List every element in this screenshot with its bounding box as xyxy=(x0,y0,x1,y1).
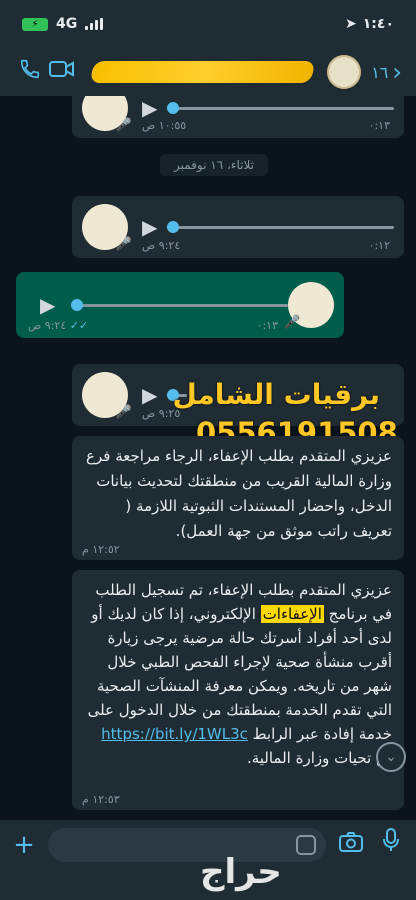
message-time-text: ٩:٢٤ ص xyxy=(28,319,67,332)
audio-progress-track[interactable] xyxy=(167,101,394,114)
voice-duration: ٠:١٣ xyxy=(368,119,390,132)
watermark-name: برقيات الشامل xyxy=(172,378,380,411)
haraj-watermark-logo: حراج xyxy=(200,852,282,892)
audio-scrubber[interactable] xyxy=(167,220,180,233)
audio-progress-track[interactable] xyxy=(71,298,288,311)
message-input[interactable] xyxy=(48,828,326,862)
message-time: ١٠:٥٥ ص xyxy=(142,119,187,132)
chat-header: ١٦ › xyxy=(0,48,416,96)
message-time: ✓✓ ٩:٢٤ ص xyxy=(28,319,88,332)
message-text-part: مع تحيات وزارة المالية. xyxy=(246,749,392,767)
network-label: 4G xyxy=(56,16,78,32)
text-message[interactable]: عزيزي المتقدم بطلب الإعفاء، تم تسجيل الط… xyxy=(72,570,404,810)
mic-icon: 🎤 xyxy=(284,315,301,330)
message-link[interactable]: https://bit.ly/1WL3c xyxy=(101,725,248,743)
mic-icon: 🎤 xyxy=(115,405,132,420)
clock: ١:٤٠ xyxy=(362,16,394,32)
mic-icon: 🎤 xyxy=(115,118,132,133)
voice-duration: ٠:١٣ xyxy=(256,319,278,332)
status-left: ⚡ 4G xyxy=(22,16,104,32)
unread-count: ١٦ xyxy=(371,62,389,82)
text-message[interactable]: عزيزي المتقدم بطلب الإعفاء، الرجاء مراجع… xyxy=(72,436,404,560)
play-icon[interactable]: ▶ xyxy=(142,383,157,407)
message-text: عزيزي المتقدم بطلب الإعفاء، تم تسجيل الط… xyxy=(72,570,404,792)
status-right: ➤ ١:٤٠ xyxy=(345,16,394,32)
message-time: ٩:٢٤ ص xyxy=(142,239,181,252)
sender-avatar: 🎤 xyxy=(82,372,132,420)
video-call-icon[interactable] xyxy=(46,59,78,85)
highlighted-text: الإعفاءات xyxy=(260,605,324,623)
message-text-part: الإلكتروني، إذا كان لديك أو لدى أحد أفرا… xyxy=(87,605,392,743)
contact-avatar[interactable] xyxy=(327,55,362,89)
voice-player: 🎤 ▶ xyxy=(72,96,404,138)
attach-plus-icon[interactable]: + xyxy=(10,828,38,862)
date-separator: ثلاثاء، ١٦ نوفمبر xyxy=(160,154,268,176)
status-bar: ⚡ 4G ➤ ١:٤٠ xyxy=(0,0,416,48)
sticker-icon[interactable] xyxy=(296,835,316,855)
microphone-icon[interactable] xyxy=(376,828,406,862)
read-receipt-icon: ✓✓ xyxy=(69,319,89,332)
sender-avatar: 🎤 xyxy=(82,96,132,133)
voice-message[interactable]: 🎤 ▶ ٩:٢٤ ص ٠:١٢ xyxy=(72,196,404,258)
voice-duration: ٠:١٢ xyxy=(368,239,390,252)
sender-avatar: 🎤 xyxy=(82,204,132,252)
message-time: ١٢:٥٣ م xyxy=(82,793,120,806)
play-icon[interactable]: ▶ xyxy=(40,293,55,317)
play-icon[interactable]: ▶ xyxy=(142,96,157,120)
voice-message-outgoing[interactable]: 🎤 ▶ ✓✓ ٩:٢٤ ص ٠:١٣ xyxy=(16,272,344,338)
phone-icon[interactable] xyxy=(14,58,46,86)
play-icon[interactable]: ▶ xyxy=(142,215,157,239)
scroll-down-button[interactable]: ⌄ xyxy=(376,742,406,772)
signal-icon xyxy=(85,18,104,30)
chat-messages[interactable]: 🎤 ▶ ١٠:٥٥ ص ٠:١٣ ثلاثاء، ١٦ نوفمبر 🎤 ▶ ٩… xyxy=(0,96,416,820)
mic-icon: 🎤 xyxy=(115,237,132,252)
message-text: عزيزي المتقدم بطلب الإعفاء، الرجاء مراجع… xyxy=(86,447,392,540)
back-button[interactable]: ١٦ › xyxy=(371,58,402,86)
contact-name-redacted[interactable] xyxy=(89,61,316,83)
voice-message[interactable]: 🎤 ▶ ١٠:٥٥ ص ٠:١٣ xyxy=(72,96,404,138)
charging-battery-icon: ⚡ xyxy=(22,17,48,31)
location-arrow-icon: ➤ xyxy=(345,16,357,32)
camera-icon[interactable] xyxy=(336,828,366,862)
message-time: ١٢:٥٢ م xyxy=(82,543,120,556)
voice-player: 🎤 ▶ xyxy=(72,196,404,258)
audio-scrubber[interactable] xyxy=(71,298,84,311)
audio-progress-track[interactable] xyxy=(167,220,394,233)
back-chevron-icon: › xyxy=(392,58,402,86)
audio-scrubber[interactable] xyxy=(167,101,180,114)
sender-avatar: 🎤 xyxy=(284,282,334,330)
